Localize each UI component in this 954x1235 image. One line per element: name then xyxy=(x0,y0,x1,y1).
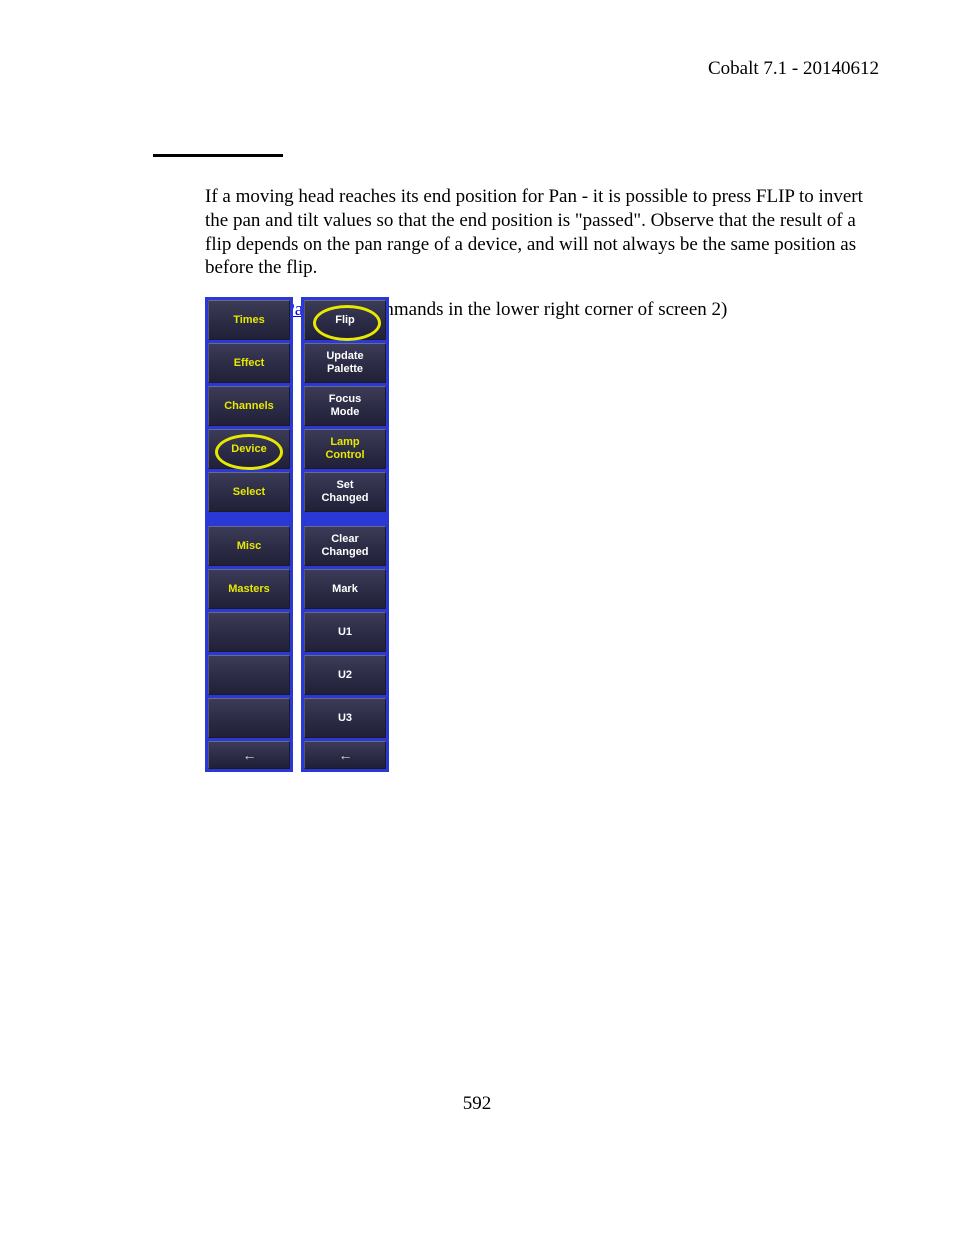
softkey-effect[interactable]: Effect xyxy=(208,343,290,383)
softkey-back1[interactable]: ← xyxy=(208,741,290,769)
softkey-label: Channels xyxy=(224,400,274,413)
softkey-label: Flip xyxy=(335,314,355,327)
paragraph-1: If a moving head reaches its end positio… xyxy=(205,185,875,280)
page-number: 592 xyxy=(0,1093,954,1115)
softkey-select[interactable]: Select xyxy=(208,472,290,512)
arrow-left-icon: ← xyxy=(339,747,352,763)
softkey-update-palette[interactable]: Update Palette xyxy=(304,343,386,383)
softkey-blank2[interactable] xyxy=(208,655,290,695)
softkey-panel: Times Effect Channels Device Select Misc Maste… xyxy=(205,297,389,772)
softkey-blank3[interactable] xyxy=(208,698,290,738)
softkey-set-changed[interactable]: Set Changed xyxy=(304,472,386,512)
softkey-label: Device xyxy=(231,443,266,456)
arrow-left-icon: ← xyxy=(243,747,256,763)
softkey-label: Clear Changed xyxy=(321,533,368,558)
softkey-times[interactable]: Times xyxy=(208,300,290,340)
softkey-back2[interactable]: ← xyxy=(304,741,386,769)
softkey-spacer2 xyxy=(304,515,386,523)
softkey-lamp-control[interactable]: Lamp Control xyxy=(304,429,386,469)
softkey-column-1: Times Effect Channels Device Select Misc Maste… xyxy=(205,297,293,772)
softkey-label: U3 xyxy=(338,712,352,725)
softkey-spacer1 xyxy=(208,515,290,523)
softkey-label: Set Changed xyxy=(321,479,368,504)
softkey-focus-mode[interactable]: Focus Mode xyxy=(304,386,386,426)
softkey-label: Update Palette xyxy=(326,350,363,375)
document-page: Cobalt 7.1 - 20140612 If a moving head r… xyxy=(0,0,954,1235)
softkey-label: Select xyxy=(233,486,265,499)
softkey-u3[interactable]: U3 xyxy=(304,698,386,738)
softkey-channels[interactable]: Channels xyxy=(208,386,290,426)
softkey-label: Effect xyxy=(234,357,265,370)
softkey-label: Focus Mode xyxy=(329,393,361,418)
softkey-flip[interactable]: Flip xyxy=(304,300,386,340)
softkey-label: U1 xyxy=(338,626,352,639)
softkey-label: Times xyxy=(233,314,265,327)
softkey-misc[interactable]: Misc xyxy=(208,526,290,566)
softkey-mark[interactable]: Mark xyxy=(304,569,386,609)
softkey-label: U2 xyxy=(338,669,352,682)
softkey-clear-changed[interactable]: Clear Changed xyxy=(304,526,386,566)
horizontal-rule xyxy=(153,154,283,157)
softkey-device[interactable]: Device xyxy=(208,429,290,469)
softkey-label: Mark xyxy=(332,583,358,596)
softkey-label: Lamp Control xyxy=(325,436,364,461)
softkey-u2[interactable]: U2 xyxy=(304,655,386,695)
softkey-column-2: Flip Update Palette Focus Mode Lamp Control… xyxy=(301,297,389,772)
header-text: Cobalt 7.1 - 20140612 xyxy=(708,58,879,80)
softkey-label: Misc xyxy=(237,540,261,553)
softkey-label: Masters xyxy=(228,583,270,596)
softkey-blank1[interactable] xyxy=(208,612,290,652)
softkey-masters[interactable]: Masters xyxy=(208,569,290,609)
softkey-u1[interactable]: U1 xyxy=(304,612,386,652)
